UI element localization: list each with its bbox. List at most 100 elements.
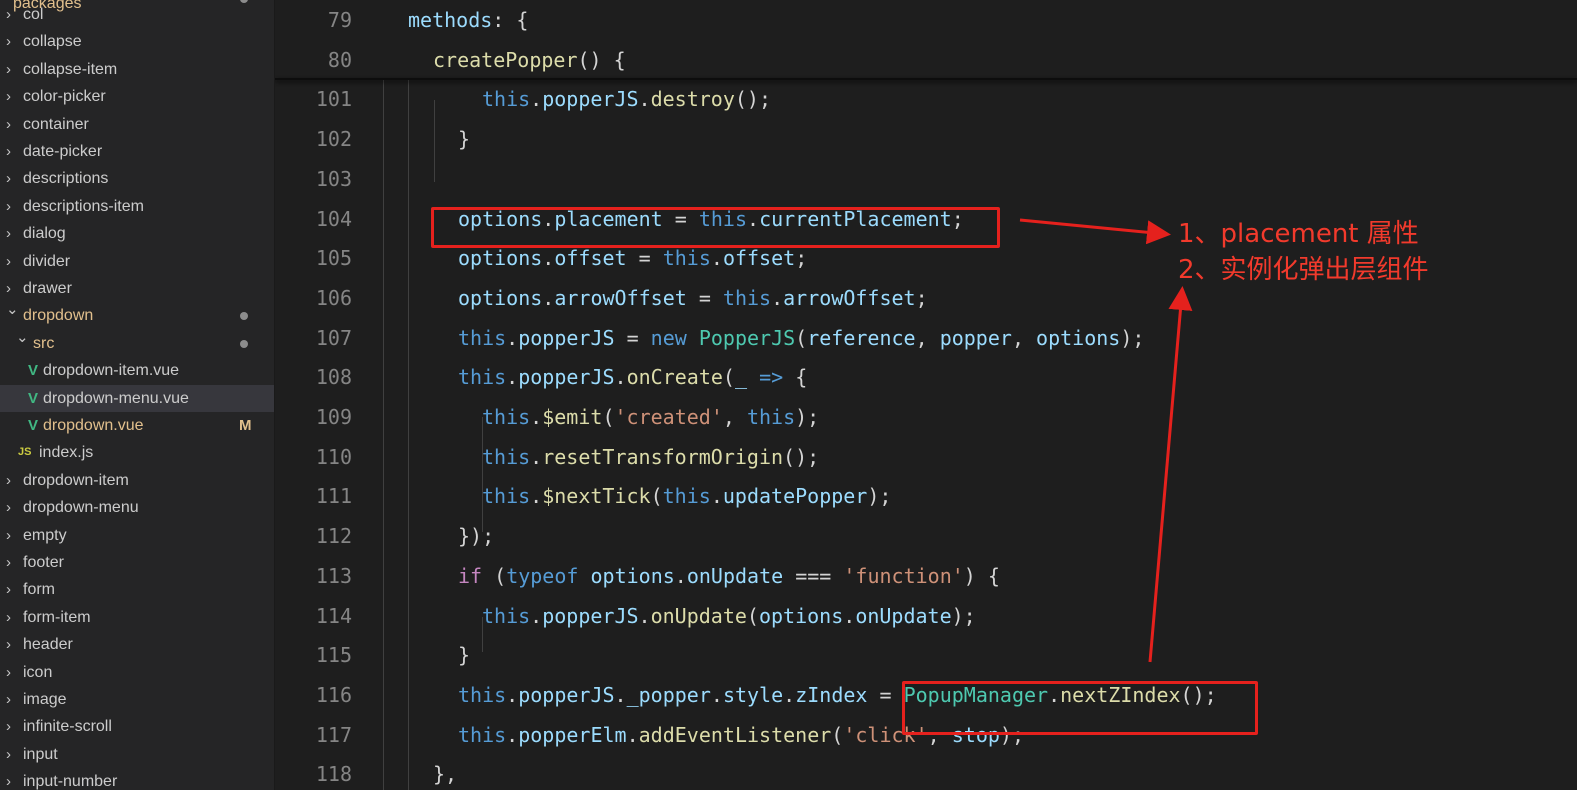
sidebar-item-index-js[interactable]: JS index.js <box>0 439 274 466</box>
line-number: 117 <box>315 722 352 747</box>
code-line[interactable]: }); <box>458 516 494 556</box>
code-line[interactable]: this.popperJS.onUpdate(options.onUpdate)… <box>482 596 976 636</box>
sidebar-item-descriptions[interactable]: › descriptions <box>0 165 274 192</box>
sidebar-item-dropdown-vue[interactable]: Vdropdown.vue M <box>0 412 274 439</box>
code-line[interactable]: if (typeof options.onUpdate === 'functio… <box>458 556 1000 596</box>
sidebar-item-col[interactable]: › col <box>0 1 274 28</box>
folder-label: icon <box>23 663 53 681</box>
code-line[interactable]: this.$emit('created', this); <box>482 397 819 437</box>
annotation-note-instantiate: 2、实例化弹出层组件 <box>1178 255 1429 285</box>
code-line[interactable]: createPopper() { <box>433 40 626 80</box>
sidebar-item-image[interactable]: › image <box>0 686 274 713</box>
code-line[interactable]: }, <box>433 754 457 790</box>
code-line[interactable]: } <box>458 635 470 675</box>
sidebar-item-src[interactable]: ⌄ src <box>0 329 274 357</box>
sidebar-item-color-picker[interactable]: › color-picker <box>0 83 274 110</box>
indent-guide <box>408 80 409 790</box>
sidebar-item-drawer[interactable]: › drawer <box>0 275 274 302</box>
sidebar-item-header[interactable]: › header <box>0 631 274 658</box>
annotation-note-placement: 1、placement 属性 <box>1178 219 1419 249</box>
sidebar-item-dropdown-item-vue[interactable]: Vdropdown-item.vue <box>0 357 274 384</box>
folder-label: drawer <box>23 280 72 297</box>
code-line[interactable]: this.popperJS.destroy(); <box>482 79 771 119</box>
folder-label: input <box>23 745 58 763</box>
line-number: 109 <box>315 405 352 429</box>
vue-file-icon: V <box>28 417 39 434</box>
sticky-scroll-divider <box>275 78 1577 80</box>
sidebar-item-input-number[interactable]: › input-number <box>0 768 274 790</box>
line-number: 113 <box>315 563 352 588</box>
line-number: 103 <box>315 166 352 191</box>
folder-label: dropdown-item <box>23 471 129 489</box>
line-number: 116 <box>315 682 352 707</box>
folder-label: input-number <box>23 773 118 790</box>
highlight-box-placement <box>431 207 1000 248</box>
line-number: 111 <box>315 484 352 509</box>
chevron-right-icon: › <box>6 170 11 188</box>
sidebar-item-collapse[interactable]: › collapse <box>0 28 274 55</box>
sidebar-item-footer[interactable]: › footer <box>0 549 274 576</box>
chevron-right-icon: › <box>6 143 11 160</box>
line-number: 106 <box>315 285 352 310</box>
code-line[interactable]: methods: { <box>408 0 528 40</box>
line-number: 102 <box>315 127 352 152</box>
indent-guide <box>383 80 384 790</box>
sidebar-item-container[interactable]: › container <box>0 111 274 138</box>
js-file-icon: JS <box>18 446 32 459</box>
sidebar-item-dropdown-menu-vue[interactable]: Vdropdown-menu.vue <box>0 384 274 412</box>
sidebar-item-dialog[interactable]: › dialog <box>0 220 274 247</box>
highlight-box-zindex <box>902 681 1258 735</box>
sidebar-item-dropdown[interactable]: ⌄ dropdown <box>0 301 274 329</box>
chevron-right-icon: › <box>6 471 11 489</box>
git-status-badge: M <box>239 417 252 434</box>
modified-dot-icon <box>240 312 248 321</box>
folder-label: image <box>23 691 67 708</box>
line-number: 110 <box>315 444 352 469</box>
sidebar-item-form-item[interactable]: › form-item <box>0 604 274 631</box>
code-line[interactable]: this.$nextTick(this.updatePopper); <box>482 476 891 516</box>
sidebar-item-form[interactable]: › form <box>0 576 274 603</box>
folder-label: dropdown <box>23 307 94 325</box>
line-number: 79 <box>327 8 352 32</box>
line-number: 112 <box>315 524 352 549</box>
folder-label: form <box>23 581 55 599</box>
sidebar-item-dropdown-menu[interactable]: › dropdown-menu <box>0 494 274 521</box>
folder-label: collapse <box>23 33 82 51</box>
file-label: dropdown-item.vue <box>43 362 180 380</box>
sidebar-item-empty[interactable]: › empty <box>0 522 274 549</box>
line-number: 115 <box>315 643 352 668</box>
sidebar-item-divider[interactable]: › divider <box>0 248 274 275</box>
folder-label: color-picker <box>23 88 106 106</box>
folder-label: divider <box>23 252 71 270</box>
sidebar-item-infinite-scroll[interactable]: › infinite-scroll <box>0 713 274 740</box>
indent-guide <box>434 100 435 182</box>
sidebar-item-dropdown-item[interactable]: › dropdown-item <box>0 467 274 494</box>
folder-label: empty <box>23 526 67 544</box>
line-number: 114 <box>315 603 352 628</box>
sidebar-item-date-picker[interactable]: › date-picker <box>0 138 274 165</box>
code-line[interactable]: options.arrowOffset = this.arrowOffset; <box>458 278 928 318</box>
chevron-right-icon: › <box>6 554 11 571</box>
chevron-right-icon: › <box>6 745 11 763</box>
chevron-right-icon: › <box>6 197 11 215</box>
chevron-right-icon: › <box>6 773 11 790</box>
code-line[interactable]: this.popperJS = new PopperJS(reference, … <box>458 318 1144 358</box>
folder-label: descriptions-item <box>23 197 144 215</box>
chevron-right-icon: › <box>6 608 11 626</box>
code-editor[interactable]: 79 methods: {80 createPopper() {101 this.po… <box>275 0 1577 790</box>
chevron-right-icon: › <box>6 60 11 78</box>
chevron-right-icon: › <box>6 252 11 270</box>
modified-dot-icon <box>240 339 248 348</box>
sidebar-item-icon[interactable]: › icon <box>0 659 274 686</box>
line-number: 118 <box>315 762 352 787</box>
file-explorer: packages › col › collapse › collapse-item › colo… <box>0 0 275 790</box>
sidebar-item-input[interactable]: › input <box>0 741 274 768</box>
code-line[interactable]: this.resetTransformOrigin(); <box>482 437 819 477</box>
code-line[interactable]: this.popperJS.onCreate(_ => { <box>458 357 807 397</box>
chevron-right-icon: › <box>6 115 11 133</box>
sidebar-item-descriptions-item[interactable]: › descriptions-item <box>0 193 274 220</box>
folder-label: descriptions <box>23 170 109 188</box>
code-line[interactable]: } <box>458 119 470 159</box>
folder-label: footer <box>23 554 64 571</box>
sidebar-item-collapse-item[interactable]: › collapse-item <box>0 56 274 83</box>
